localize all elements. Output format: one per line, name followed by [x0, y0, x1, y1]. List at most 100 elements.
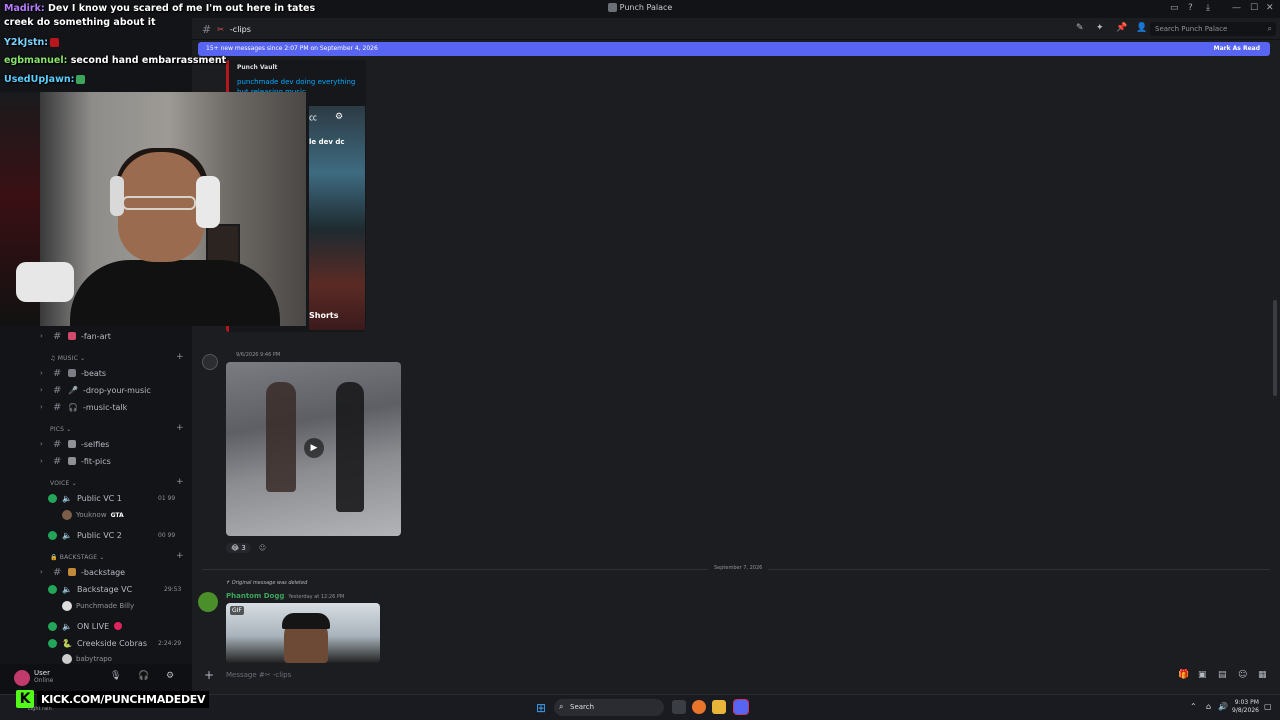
add-reaction-icon[interactable]: ☺: [259, 544, 266, 552]
screen: Punch Palace ▭ ? ⤓ — ☐ ✕ › # -fan-art ♫ MU…: [0, 0, 1280, 720]
category-backstage[interactable]: 🔒 BACKSTAGE ⌄: [50, 554, 105, 561]
maximize-button[interactable]: ☐: [1250, 3, 1258, 13]
help-icon[interactable]: ?: [1188, 3, 1193, 13]
voice-user-youknow[interactable]: Youknow GTA: [62, 510, 124, 520]
gif-attachment[interactable]: GIF: [226, 603, 380, 663]
close-button[interactable]: ✕: [1266, 3, 1274, 13]
play-icon[interactable]: ▶: [304, 438, 324, 458]
voice-channel-backstage-vc[interactable]: 🔈 Backstage VC: [48, 581, 132, 597]
reactions-row: 😂 3 ☺: [226, 542, 266, 554]
search-input[interactable]: Search Punch Palace ⌕: [1150, 22, 1276, 36]
voice-user-punchmade-billy[interactable]: Punchmade Billy: [62, 601, 134, 611]
search-placeholder: Search Punch Palace: [1155, 25, 1228, 33]
user-name: User: [34, 669, 50, 677]
volume-icon[interactable]: 🔊: [1218, 702, 1228, 711]
notifications-icon[interactable]: ▢: [1264, 702, 1272, 711]
gear-icon[interactable]: ⚙: [335, 112, 343, 122]
voice-user-babytrapo[interactable]: babytrapo: [62, 654, 112, 664]
voice-channel-public-vc-1[interactable]: 🔈 Public VC 1: [48, 490, 122, 506]
voice-channel-creekside-cobras[interactable]: 🐍 Creekside Cobras: [48, 635, 147, 651]
minimize-button[interactable]: —: [1232, 3, 1241, 13]
reply-text: Original message was deleted: [231, 580, 308, 586]
reply-reference[interactable]: ↱ Original message was deleted: [226, 580, 307, 586]
gear-icon[interactable]: ⚙: [166, 671, 174, 681]
headphones-icon[interactable]: 🎧: [138, 671, 149, 681]
channel-beats[interactable]: › # -beats: [40, 365, 106, 381]
download-icon[interactable]: ⤓: [1206, 3, 1210, 13]
video-attachment[interactable]: ▶: [226, 362, 401, 536]
members-icon[interactable]: 👤: [1136, 23, 1147, 33]
taskbar-clock[interactable]: 9:03 PM 9/8/2026: [1232, 699, 1259, 715]
channel-backstage[interactable]: › # -backstage: [40, 564, 125, 580]
scrollbar[interactable]: [1273, 300, 1277, 396]
webcam-headphones: [196, 176, 220, 228]
sticker-icon[interactable]: ▤: [1218, 670, 1227, 680]
reaction-pill[interactable]: 😂 3: [226, 543, 251, 553]
new-messages-bar[interactable]: 15+ new messages since 2:07 PM on Septem…: [198, 42, 1270, 56]
author-name[interactable]: Phantom Dogg: [226, 592, 284, 600]
search-icon: ⌕: [559, 702, 564, 711]
windows-start-icon[interactable]: ⊞: [536, 701, 546, 715]
voice-connected-icon: [48, 530, 57, 540]
category-label: MUSIC: [57, 355, 79, 362]
author-avatar[interactable]: [198, 592, 218, 612]
voice-channel-on-live[interactable]: 🔈 ON LIVE: [48, 618, 123, 634]
category-pics[interactable]: PICS ⌄: [50, 426, 72, 433]
emoji-icon[interactable]: ☺: [1238, 670, 1247, 680]
pin-icon[interactable]: 📌: [1116, 23, 1127, 33]
voice-channel-public-vc-2[interactable]: 🔈 Public VC 2: [48, 527, 122, 543]
hash-icon: #: [53, 455, 62, 467]
chat-text: creek do something about it: [4, 17, 156, 28]
user-avatar[interactable]: [14, 670, 30, 686]
voice-connected-icon: [48, 584, 57, 594]
tray-chevron-icon[interactable]: ⌃: [1190, 702, 1197, 711]
video-frame-figure: [336, 382, 364, 512]
message-timestamp: 9/6/2026 9:46 PM: [236, 352, 281, 358]
chat-username: UsedUpJawn:: [4, 74, 75, 85]
apps-icon[interactable]: ▦: [1258, 670, 1267, 680]
microphone-icon[interactable]: 🎙: [110, 671, 121, 681]
chat-username: egbmanuel:: [4, 55, 68, 66]
gif-durag: [282, 613, 330, 629]
category-voice[interactable]: VOICE ⌄: [50, 480, 77, 487]
category-label: VOICE: [50, 480, 70, 487]
channel-fan-art[interactable]: › # -fan-art: [40, 328, 111, 344]
captions-icon[interactable]: ㏄: [309, 112, 317, 123]
activity-label: GTA: [110, 511, 124, 519]
notification-bell-icon[interactable]: ✦: [1096, 23, 1104, 33]
category-label: BACKSTAGE: [59, 554, 98, 561]
channel-fit-pics[interactable]: › # -fit-pics: [40, 453, 111, 469]
hanger-icon: [68, 457, 76, 465]
hash-icon: #: [53, 438, 62, 450]
chat-username: Y2kJstn:: [4, 37, 49, 48]
discord-app-icon[interactable]: [733, 699, 749, 715]
gift-icon[interactable]: 🎁: [1178, 670, 1189, 680]
author-avatar[interactable]: [202, 354, 218, 370]
file-explorer-icon[interactable]: [712, 700, 726, 714]
expand-icon: ›: [40, 457, 43, 465]
threads-icon[interactable]: ✎: [1076, 23, 1084, 33]
channel-label: -fan-art: [81, 331, 111, 341]
channel-selfies[interactable]: › # -selfies: [40, 436, 109, 452]
category-music[interactable]: ♫ MUSIC ⌄: [50, 355, 85, 362]
add-channel-icon[interactable]: +: [176, 551, 184, 561]
channel-drop-your-music[interactable]: › # 🎤 -drop-your-music: [40, 382, 151, 398]
message-composer[interactable]: + Message #✂ -clips 🎁 ▣ ▤ ☺ ▦: [198, 664, 1270, 688]
inbox-icon[interactable]: ▭: [1170, 3, 1179, 13]
gif-icon[interactable]: ▣: [1198, 670, 1207, 680]
network-icon[interactable]: ⌂: [1206, 702, 1211, 711]
mark-as-read-button[interactable]: Mark As Read: [1214, 45, 1260, 52]
voice-connected-icon: [48, 493, 57, 503]
task-view-icon[interactable]: [672, 700, 686, 714]
shorts-video-player[interactable]: ㏄ ⚙ le dev dc Shorts: [309, 106, 365, 330]
taskbar-search-label: Search: [570, 703, 595, 711]
add-channel-icon[interactable]: +: [176, 352, 184, 362]
add-channel-icon[interactable]: +: [176, 477, 184, 487]
browser-icon[interactable]: [692, 700, 706, 714]
channel-music-talk[interactable]: › # 🎧 -music-talk: [40, 399, 127, 415]
composer-placeholder[interactable]: Message #✂ -clips: [226, 671, 291, 679]
chat-text: Dev I know you scared of me I'm out here…: [48, 3, 316, 14]
attach-plus-icon[interactable]: +: [204, 668, 214, 682]
taskbar-search[interactable]: ⌕ Search: [554, 699, 664, 716]
add-channel-icon[interactable]: +: [176, 423, 184, 433]
